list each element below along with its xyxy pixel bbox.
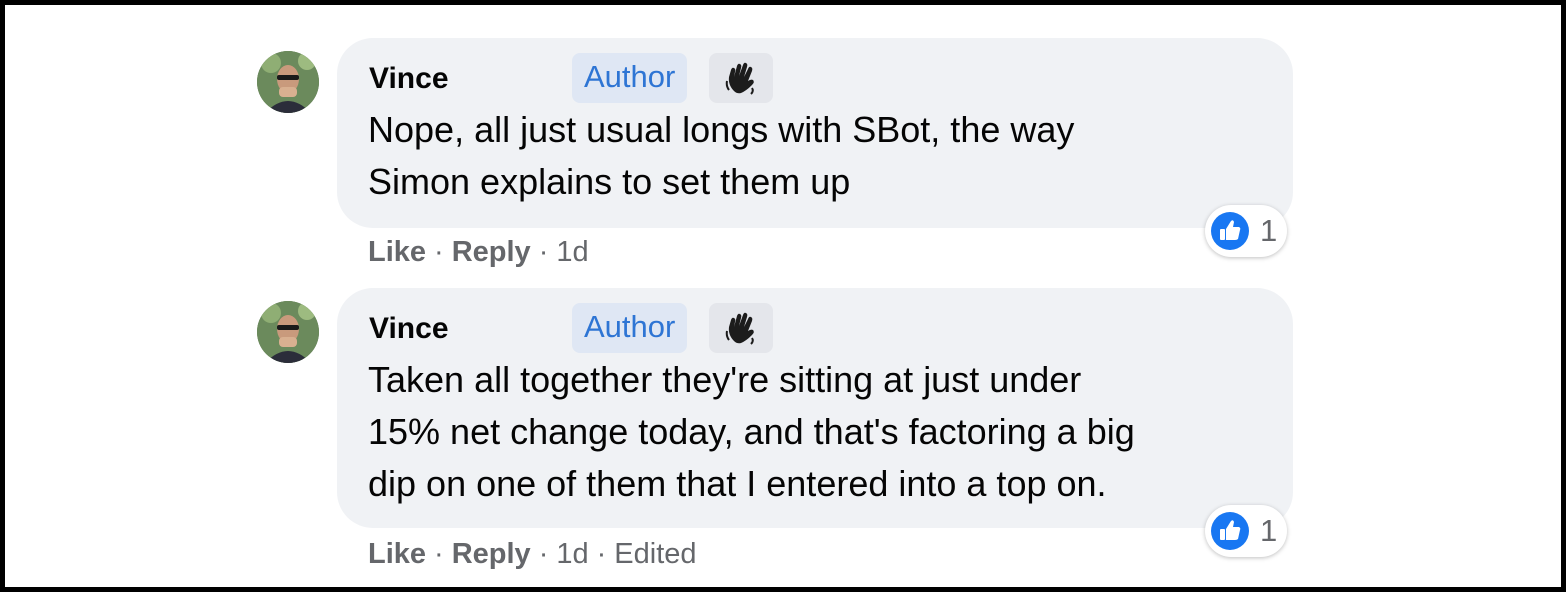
like-icon [1211, 512, 1249, 550]
separator: · [434, 236, 444, 268]
reply-button[interactable]: Reply [452, 538, 531, 570]
like-icon [1211, 212, 1249, 250]
separator: · [538, 538, 549, 570]
reaction-summary[interactable]: 1 [1205, 505, 1287, 557]
screenshot-frame: Vince Author Nope, all just usual longs … [0, 0, 1566, 592]
timestamp[interactable]: 1d [556, 538, 588, 570]
reaction-count: 1 [1260, 213, 1278, 248]
avatar[interactable] [257, 51, 319, 113]
reaction-count: 1 [1260, 513, 1278, 548]
comment: Vince Author Nope, all just usual longs … [5, 33, 1561, 283]
waving-hand-icon [709, 303, 773, 353]
author-badge: Author [572, 303, 688, 353]
separator: · [538, 236, 549, 268]
separator: · [434, 538, 444, 570]
comment: Vince Author Taken all together they're … [5, 283, 1561, 570]
comment-text: Taken all together they're sitting at ju… [368, 359, 1135, 504]
comment-bubble: Vince Author Taken all together they're … [337, 288, 1293, 528]
separator: · [596, 538, 607, 570]
like-button[interactable]: Like [368, 538, 426, 570]
like-button[interactable]: Like [368, 236, 426, 268]
comment-text: Nope, all just usual longs with SBot, th… [368, 109, 1075, 202]
timestamp[interactable]: 1d [556, 236, 588, 268]
author-badge: Author [572, 53, 688, 103]
author-name[interactable]: Vince [369, 62, 449, 96]
comment-bubble: Vince Author Nope, all just usual longs … [337, 38, 1293, 228]
author-name[interactable]: Vince [369, 312, 449, 346]
waving-hand-icon [709, 53, 773, 103]
avatar[interactable] [257, 301, 319, 363]
comment-actions: Like · Reply · 1d · Edited [368, 537, 697, 571]
reaction-summary[interactable]: 1 [1205, 205, 1287, 257]
reply-button[interactable]: Reply [452, 236, 531, 268]
edited-label: Edited [614, 538, 697, 570]
comment-actions: Like · Reply · 1d [368, 235, 589, 269]
